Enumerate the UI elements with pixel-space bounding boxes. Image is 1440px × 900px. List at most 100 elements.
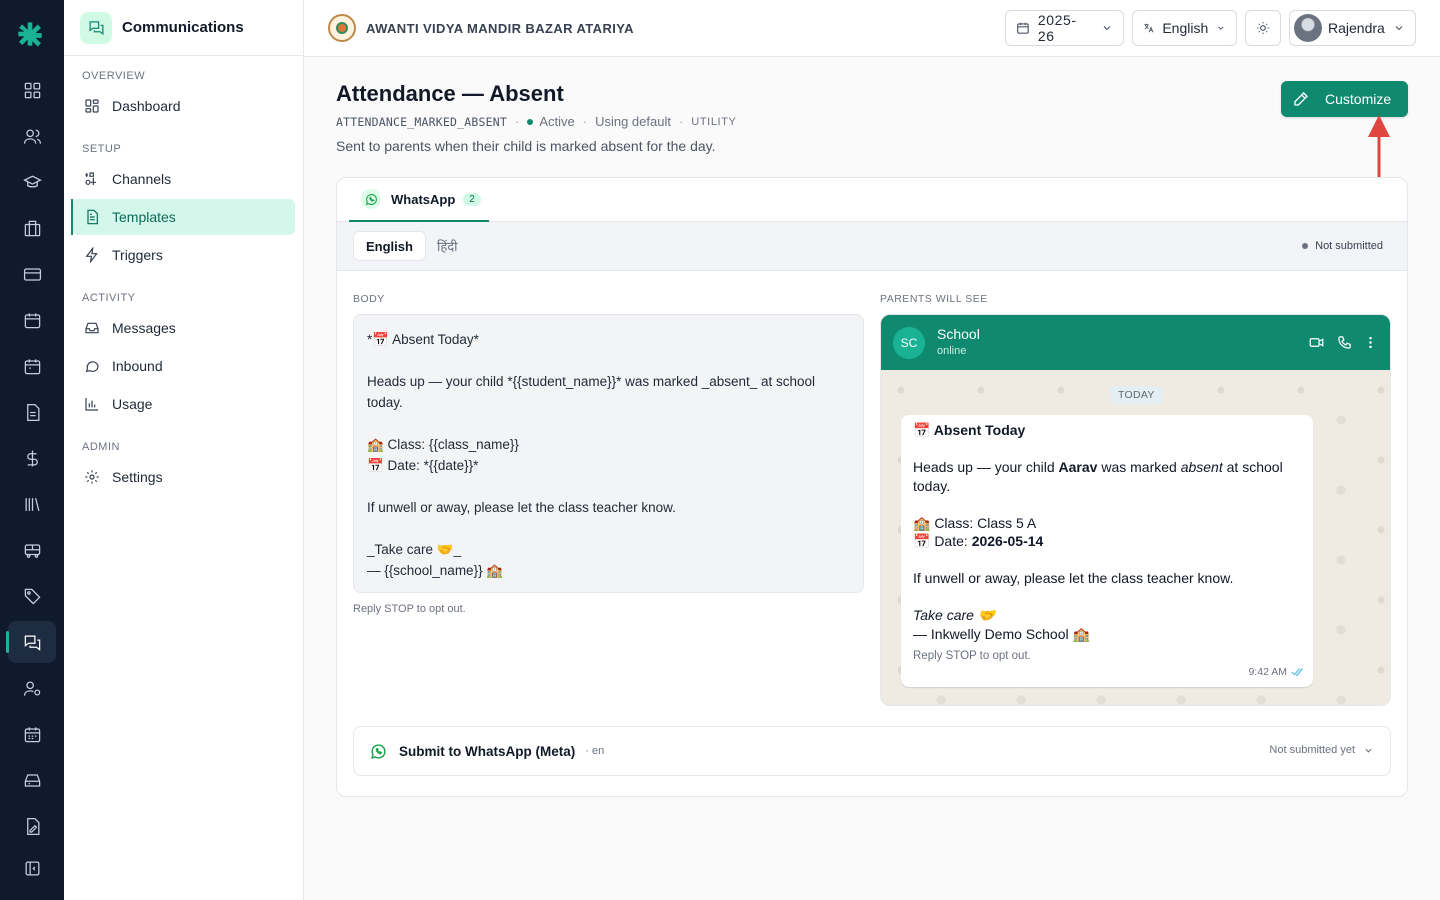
calendar-icon [1017,22,1029,34]
submit-status: Not submitted yet [1269,744,1374,756]
communications-icon [80,11,112,44]
academic-year-value: 2025-26 [1037,12,1077,44]
body-footer: Reply STOP to opt out. [353,603,466,615]
message-school: — Inkwelly Demo School 🏫 [913,625,1090,642]
sidebar-item-channels[interactable]: Channels [72,161,295,197]
customize-label: Customize [1325,91,1392,107]
sidebar-item-label: Usage [112,396,153,412]
date-value: 2026-05-14 [971,533,1044,549]
rail-building-icon[interactable] [8,207,56,249]
app-logo-icon[interactable] [16,20,44,48]
chevron-down-icon [1103,26,1111,31]
template-meta: ATTENDANCE_MARKED_ABSENT · Active · Usin… [336,114,737,129]
school-crest-logo [328,14,356,42]
sidebar-item-inbound[interactable]: Inbound [72,348,295,384]
rail-tag-icon[interactable] [8,575,56,617]
sidebar-item-templates[interactable]: Templates [71,199,295,235]
rail-bus-icon[interactable] [8,529,56,571]
template-icon [87,209,98,225]
body-label: BODY [353,293,385,305]
rail-document-icon[interactable] [8,391,56,433]
template-category: UTILITY [691,115,737,128]
sidebar-item-label: Triggers [112,247,163,263]
user-menu-button[interactable]: Rajendra [1289,10,1416,46]
contact-name: School [937,326,980,342]
rail-collapse-icon[interactable] [8,847,56,889]
template-source: Using default [595,114,671,129]
rail-user-settings-icon[interactable] [8,667,56,709]
template-card: WhatsApp 2 English हिंदी Not submitted B… [336,177,1408,797]
more-vertical-icon [1369,336,1372,349]
chat-area: TODAY 📅 Absent Today Heads up — your chi… [881,370,1390,705]
section-overview: OVERVIEW [82,70,146,82]
sidebar-item-usage[interactable]: Usage [72,386,295,422]
message-bubble: 📅 Absent Today Heads up — your child Aar… [901,415,1313,687]
rail-graduation-icon[interactable] [8,161,56,203]
submission-status: Not submitted [1302,240,1383,252]
theme-toggle-button[interactable] [1245,10,1281,46]
sidebar-header: Communications [64,0,303,56]
chevron-down-icon[interactable] [1363,745,1374,756]
chat-bubble-icon [85,361,99,373]
academic-year-select[interactable]: 2025-26 [1005,10,1124,46]
tab-label: WhatsApp [391,191,456,207]
rail-communications-icon[interactable] [6,621,56,663]
message-footer: Reply STOP to opt out. [913,650,1031,662]
page-description: Sent to parents when their child is mark… [336,138,716,154]
rail-users-icon[interactable] [8,115,56,157]
rail-calendar-icon[interactable] [8,299,56,341]
app-rail [0,0,64,900]
sidebar-item-dashboard[interactable]: Dashboard [72,88,295,124]
language-bar: English हिंदी Not submitted [337,222,1407,271]
sidebar-item-label: Settings [112,469,163,485]
whatsapp-icon [361,189,381,209]
message-take-care: Take care 🤝 [913,607,996,623]
status-dot [1302,243,1309,249]
translate-icon [1144,23,1154,33]
submission-status-label: Not submitted [1315,240,1383,252]
rail-card-icon[interactable] [8,253,56,295]
message-class: 🏫 Class: Class 5 A [913,514,1037,531]
submit-to-whatsapp-row[interactable]: Submit to WhatsApp (Meta) · en Not submi… [353,726,1391,776]
sidebar-item-triggers[interactable]: Triggers [72,237,295,273]
message-heads-up: Heads up — your child Aarav was marked a… [913,459,1287,494]
sun-icon [1257,22,1269,34]
whatsapp-icon [371,743,386,759]
sidebar-item-messages[interactable]: Messages [72,310,295,346]
sidebar-item-label: Inbound [112,358,163,374]
template-body: *📅 Absent Today* Heads up — your child *… [353,314,864,593]
tab-count-badge: 2 [463,192,481,206]
rail-planner-icon[interactable] [8,713,56,755]
submit-language-code: · en [585,745,605,757]
rail-library-icon[interactable] [8,483,56,525]
message-unwell: If unwell or away, please let the class … [913,570,1234,586]
tab-whatsapp[interactable]: WhatsApp 2 [349,178,489,222]
sidebar-item-settings[interactable]: Settings [72,459,295,495]
template-code: ATTENDANCE_MARKED_ABSENT [336,114,507,129]
whatsapp-preview: SC School online TODAY 📅 Absent Today He… [880,314,1391,706]
language-select[interactable]: English [1132,10,1237,46]
rail-file-edit-icon[interactable] [8,805,56,847]
rail-dashboard-icon[interactable] [8,69,56,111]
day-chip: TODAY [1110,386,1163,404]
chat-header: SC School online [881,315,1390,370]
lightning-icon [85,247,98,263]
section-admin: ADMIN [82,441,120,453]
rail-dollar-icon[interactable] [8,437,56,479]
section-setup: SETUP [82,143,122,155]
rail-storage-icon[interactable] [8,759,56,801]
status-dot [527,118,534,125]
sidebar: Communications OVERVIEW Dashboard SETUP … [64,0,304,900]
submit-title: Submit to WhatsApp (Meta) [399,743,576,759]
message-time: 9:42 AM [1248,663,1305,682]
channel-tabs: WhatsApp 2 [337,178,1407,222]
inbox-icon [85,322,99,334]
school-name: AWANTI VIDYA MANDIR BAZAR ATARIYA [366,20,634,36]
language-tab-hindi[interactable]: हिंदी [425,231,470,261]
video-call-icon [1309,338,1324,347]
rail-schedule-icon[interactable] [8,345,56,387]
contact-status: online [937,345,967,357]
sidebar-item-label: Channels [112,171,172,187]
language-tab-english[interactable]: English [353,231,426,261]
preview-label: PARENTS WILL SEE [880,293,988,305]
